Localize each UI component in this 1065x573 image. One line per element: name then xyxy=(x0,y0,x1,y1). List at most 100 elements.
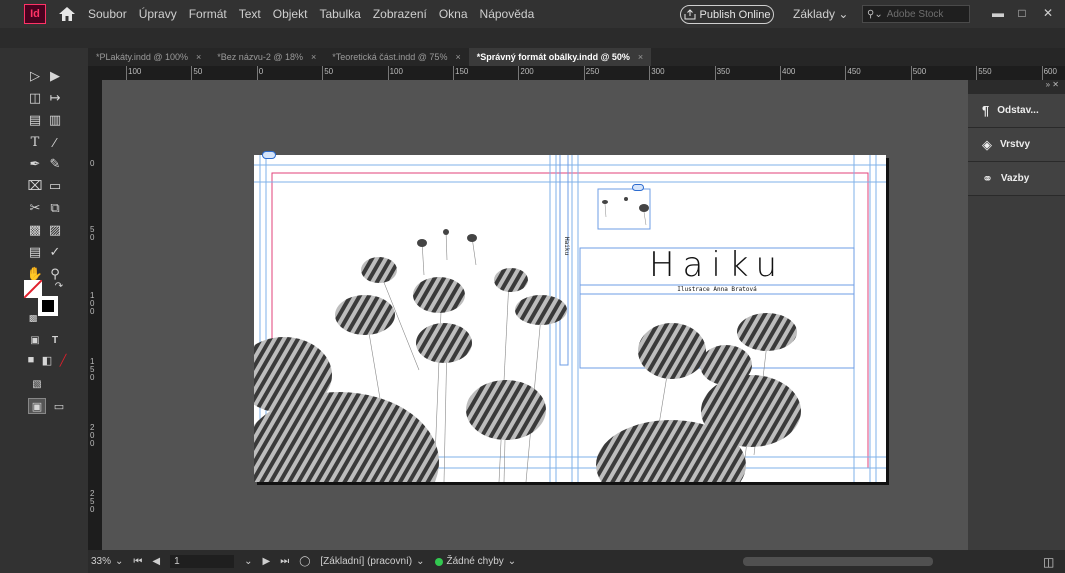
close-icon[interactable]: ✕ xyxy=(1037,4,1059,22)
cover-spread[interactable]: Haiku Ilustrace Anna Bratová Haiku xyxy=(254,151,886,482)
content-collector-icon[interactable]: ▤ xyxy=(26,112,44,128)
menu-item[interactable]: Objekt xyxy=(273,7,308,21)
chevron-down-icon: ⌄ xyxy=(838,7,849,21)
panel-collapse-icon[interactable]: » ✕ xyxy=(968,80,1065,94)
link-badge-icon[interactable] xyxy=(262,151,276,159)
document-tab[interactable]: *Bez názvu-2 @ 18% × xyxy=(209,48,324,66)
menu-item[interactable]: Tabulka xyxy=(319,7,360,21)
ruler-label: 150 xyxy=(90,357,95,382)
ruler-tick xyxy=(649,66,651,80)
panel-paragraph[interactable]: ¶ Odstav... xyxy=(968,94,1065,128)
home-icon[interactable] xyxy=(58,5,76,23)
pasteboard[interactable]: Haiku Ilustrace Anna Bratová Haiku xyxy=(102,80,968,550)
zoom-value: 33% xyxy=(91,556,112,567)
scissors-tool-icon[interactable]: ✂ xyxy=(26,200,44,216)
selection-tool-icon[interactable]: ▷ xyxy=(26,68,44,84)
menu-item[interactable]: Úpravy xyxy=(139,7,177,21)
document-tab[interactable]: *Správný formát obálky.indd @ 50% × xyxy=(468,48,652,66)
cover-title[interactable]: Haiku xyxy=(580,245,854,285)
link-badge-icon[interactable] xyxy=(632,184,644,191)
cover-subtitle[interactable]: Ilustrace Anna Bratová xyxy=(580,286,854,293)
ruler-tick xyxy=(910,66,912,80)
note-tool-icon[interactable]: ▤ xyxy=(26,244,44,260)
horizontal-scrollbar[interactable] xyxy=(743,557,933,566)
preflight-profile[interactable]: [Základní] (pracovní) ⌄ xyxy=(320,556,424,567)
menu-item[interactable]: Formát xyxy=(189,7,227,21)
last-page-icon[interactable]: ⏭ xyxy=(280,556,289,567)
ruler-label: 250 xyxy=(90,489,95,514)
ruler-label: 0 xyxy=(90,159,95,168)
panel-layers-label: Vrstvy xyxy=(1000,139,1031,150)
menu-item[interactable]: Soubor xyxy=(88,7,127,21)
rectangle-frame-tool-icon[interactable]: ⌧ xyxy=(26,178,44,194)
maximize-icon[interactable]: □ xyxy=(1011,4,1033,22)
page-number-field[interactable]: 1 xyxy=(170,555,235,568)
document-tabs: *PLakáty.indd @ 100% × *Bez názvu-2 @ 18% ×… xyxy=(88,48,1065,66)
pen-tool-icon[interactable]: ✒ xyxy=(26,156,44,172)
minimize-icon[interactable]: ▬ xyxy=(987,4,1009,22)
swap-fill-stroke-icon[interactable]: ↷ xyxy=(50,278,68,294)
publish-online-button[interactable]: Publish Online xyxy=(680,5,774,24)
gradient-feather-tool-icon[interactable]: ▨ xyxy=(46,222,64,238)
menu-item[interactable]: Nápověda xyxy=(480,7,535,21)
page-dropdown-icon[interactable]: ⌄ xyxy=(244,556,252,567)
adobe-stock-search[interactable]: ⚲⌄ Adobe Stock xyxy=(862,5,970,23)
ruler-label: 50 xyxy=(324,67,334,76)
close-icon[interactable]: × xyxy=(311,52,316,62)
content-placer-icon[interactable]: ▥ xyxy=(46,112,64,128)
gap-tool-icon[interactable]: ↦ xyxy=(46,90,64,106)
panel-layers[interactable]: ◈ Vrstvy xyxy=(968,128,1065,162)
free-transform-tool-icon[interactable]: ⧉ xyxy=(46,200,64,216)
ruler-tick xyxy=(714,66,716,80)
stock-search-placeholder: Adobe Stock xyxy=(886,8,944,20)
paragraph-icon: ¶ xyxy=(982,103,990,118)
next-page-icon[interactable]: ▶ xyxy=(263,556,271,567)
line-tool-icon[interactable]: ∕ xyxy=(46,134,64,150)
close-icon[interactable]: × xyxy=(638,52,643,62)
page-tool-icon[interactable]: ◫ xyxy=(26,90,44,106)
open-in-window-icon[interactable]: ◯ xyxy=(299,556,310,567)
preflight-status[interactable]: Žádné chyby ⌄ xyxy=(434,556,516,567)
formatting-container-icon[interactable]: ▣ xyxy=(26,332,44,348)
ruler-tick xyxy=(191,66,193,80)
spine-text[interactable]: Haiku xyxy=(558,237,570,255)
ruler-label: 450 xyxy=(847,67,861,76)
eyedropper-tool-icon[interactable]: ✓ xyxy=(46,244,64,260)
ruler-tick xyxy=(845,66,847,80)
ruler-label: 50 xyxy=(90,225,95,242)
menu-item[interactable]: Zobrazení xyxy=(373,7,427,21)
apply-none-icon[interactable]: ╱ xyxy=(54,352,72,368)
workspace-switcher[interactable]: Základy ⌄ xyxy=(793,7,848,21)
panel-links[interactable]: ⚭ Vazby xyxy=(968,162,1065,196)
prev-page-icon[interactable]: ◀ xyxy=(152,556,160,567)
menu-item[interactable]: Text xyxy=(239,7,261,21)
chevron-down-icon: ⌄ xyxy=(416,556,425,567)
ruler-label: 200 xyxy=(520,67,534,76)
first-page-icon[interactable]: ⏮ xyxy=(133,556,142,567)
ruler-tick xyxy=(126,66,127,80)
gradient-swatch-tool-icon[interactable]: ▩ xyxy=(26,222,44,238)
view-toggle-icon[interactable]: ◫ xyxy=(1043,555,1054,569)
normal-view-icon[interactable]: ▣ xyxy=(28,398,46,414)
screen-mode-icon[interactable]: ▧ xyxy=(28,376,46,392)
vertical-ruler: 0 50 100 150 200 250 xyxy=(88,80,102,550)
page-number-value: 1 xyxy=(174,556,180,567)
pencil-tool-icon[interactable]: ✎ xyxy=(46,156,64,172)
preview-view-icon[interactable]: ▭ xyxy=(50,398,68,414)
indesign-logo: Id xyxy=(24,4,46,24)
zoom-level[interactable]: 33% ⌄ xyxy=(91,556,123,567)
direct-selection-tool-icon[interactable]: ▶ xyxy=(46,68,64,84)
document-tab[interactable]: *Teoretická část.indd @ 75% × xyxy=(324,48,468,66)
document-tab[interactable]: *PLakáty.indd @ 100% × xyxy=(88,48,209,66)
rectangle-tool-icon[interactable]: ▭ xyxy=(46,178,64,194)
close-icon[interactable]: × xyxy=(196,52,201,62)
ruler-label: 0 xyxy=(258,67,264,76)
links-icon: ⚭ xyxy=(982,170,993,186)
close-icon[interactable]: × xyxy=(455,52,460,62)
type-tool-icon[interactable]: T xyxy=(26,134,44,150)
status-bar: 33% ⌄ ⏮ ◀ 1 ⌄ ▶ ⏭ ◯ [Základní] (pracovní… xyxy=(88,550,1065,573)
default-fill-stroke-icon[interactable]: ▩ xyxy=(24,310,42,326)
spread-artwork xyxy=(254,155,886,482)
menu-item[interactable]: Okna xyxy=(439,7,468,21)
formatting-text-icon[interactable]: T xyxy=(46,332,64,348)
